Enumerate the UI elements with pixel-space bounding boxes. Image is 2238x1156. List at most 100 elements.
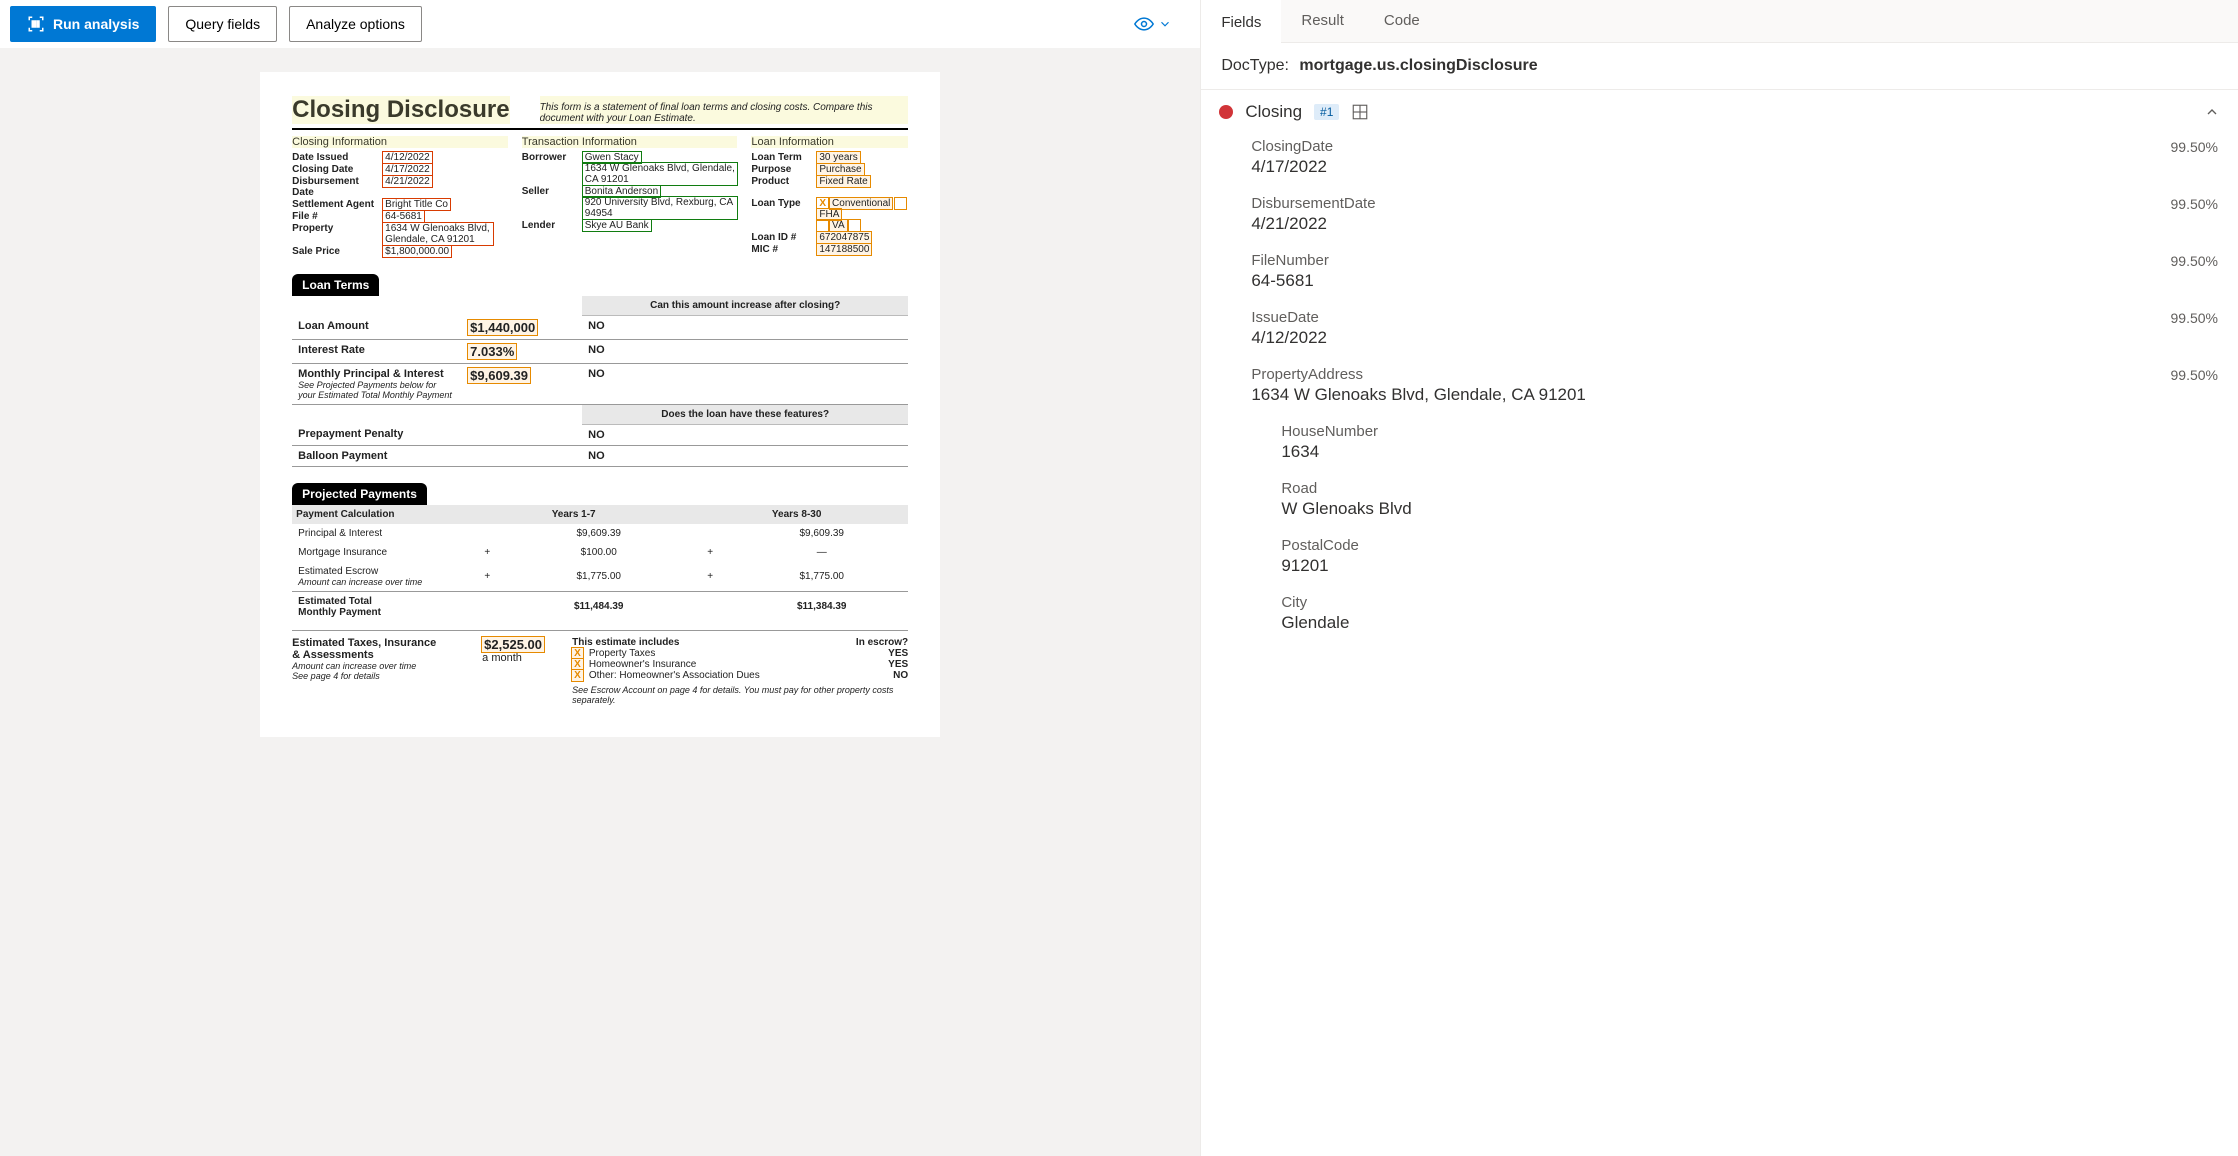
eti-e2: YES [888, 659, 908, 670]
field-confidence: 99.50% [2171, 196, 2218, 212]
check-empty-icon: X [895, 198, 906, 209]
prepay-ans: NO [582, 424, 908, 445]
field-name: FileNumber [1251, 252, 2170, 269]
table-icon[interactable] [1351, 103, 1369, 121]
ee-label: Estimated Escrow [298, 566, 378, 577]
field-filenumber[interactable]: FileNumber99.50% [1211, 248, 2228, 269]
field-confidence: 99.50% [2171, 139, 2218, 155]
field-disbursementdate[interactable]: DisbursementDate99.50% [1211, 191, 2228, 212]
field-confidence: 99.50% [2171, 367, 2218, 383]
field-name: DisbursementDate [1251, 195, 2170, 212]
plus-icon: + [462, 562, 512, 592]
settle-agent-value: Bright Title Co [383, 199, 450, 210]
trans-info-head: Transaction Information [522, 136, 738, 148]
borrower-name: Gwen Stacy [583, 152, 641, 163]
loan-amount-inc: NO [582, 316, 908, 340]
analyze-options-button[interactable]: Analyze options [289, 6, 422, 42]
field-housenumber[interactable]: HouseNumber [1211, 419, 2228, 440]
eti-esc-head: In escrow? [856, 637, 908, 648]
mic-value: 147188500 [817, 244, 871, 255]
date-issued-value: 4/12/2022 [383, 152, 432, 163]
right-pane: Fields Result Code DocType: mortgage.us.… [1201, 0, 2238, 1156]
projected-payments-header: Projected Payments [292, 483, 427, 505]
mi-y2: — [735, 543, 908, 562]
scan-icon [27, 15, 45, 33]
query-fields-button[interactable]: Query fields [168, 6, 277, 42]
toolbar: Run analysis Query fields Analyze option… [0, 0, 1200, 48]
check-empty-icon: X [817, 220, 828, 231]
et-label-1: Estimated Total [298, 596, 372, 607]
interest-rate-inc: NO [582, 339, 908, 363]
left-pane: Run analysis Query fields Analyze option… [0, 0, 1201, 1156]
analyze-options-label: Analyze options [306, 16, 405, 32]
doctype-label: DocType: [1221, 57, 1289, 74]
eti-i1: Property Taxes [589, 648, 882, 659]
file-no-label: File # [292, 211, 377, 222]
field-name: PropertyAddress [1251, 366, 2170, 383]
field-issuedate[interactable]: IssueDate99.50% [1211, 305, 2228, 326]
doc-title: Closing Disclosure [292, 96, 509, 124]
chevron-down-icon [1158, 17, 1172, 31]
loan-type-conventional: Conventional [830, 198, 892, 209]
mi-label: Mortgage Insurance [292, 543, 462, 562]
group-closing-header[interactable]: Closing #1 [1211, 90, 2228, 134]
field-value: 91201 [1211, 554, 2228, 590]
doctype-value: mortgage.us.closingDisclosure [1299, 57, 1537, 74]
ee-y1: $1,775.00 [512, 562, 685, 592]
field-value: 1634 [1211, 440, 2228, 476]
eti-note1: Amount can increase over time [292, 661, 462, 671]
tab-result[interactable]: Result [1281, 0, 1364, 42]
field-city[interactable]: City [1211, 590, 2228, 611]
run-analysis-button[interactable]: Run analysis [10, 6, 156, 42]
balloon-ans: NO [582, 445, 908, 466]
ee-note: Amount can increase over time [298, 577, 456, 587]
eti-foot: See Escrow Account on page 4 for details… [572, 685, 908, 705]
projected-payments-table: Payment CalculationYears 1-7Years 8-30 P… [292, 505, 908, 622]
pi-label: Principal & Interest [292, 524, 462, 543]
loan-id-value: 672047875 [817, 232, 871, 243]
field-name: City [1281, 594, 2218, 611]
doctype-bar: DocType: mortgage.us.closingDisclosure [1201, 43, 2238, 90]
field-name: PostalCode [1281, 537, 2218, 554]
mic-label: MIC # [751, 244, 811, 255]
property-label: Property [292, 223, 377, 234]
field-propertyaddress[interactable]: PropertyAddress99.50% [1211, 362, 2228, 383]
field-value: 4/17/2022 [1211, 155, 2228, 191]
borrower-addr: 1634 W Glenoaks Blvd, Glendale, CA 91201 [583, 163, 738, 185]
field-value: W Glenoaks Blvd [1211, 497, 2228, 533]
loan-id-label: Loan ID # [751, 232, 811, 243]
sale-price-label: Sale Price [292, 246, 377, 257]
tab-code[interactable]: Code [1364, 0, 1440, 42]
eti-amount: $2,525.00 [482, 637, 544, 652]
years-1-7: Years 1-7 [462, 505, 685, 524]
view-dropdown[interactable] [1134, 14, 1190, 34]
eti-i2: Homeowner's Insurance [589, 659, 882, 670]
eye-icon [1134, 14, 1154, 34]
field-value: 1634 W Glenoaks Blvd, Glendale, CA 91201 [1211, 383, 2228, 419]
seller-label: Seller [522, 186, 577, 197]
field-closingdate[interactable]: ClosingDate99.50% [1211, 134, 2228, 155]
seller-addr: 920 University Blvd, Rexburg, CA 94954 [583, 197, 738, 219]
settle-agent-label: Settlement Agent [292, 199, 377, 210]
fields-scroll[interactable]: Closing #1 ClosingDate99.50% 4/17/2022 D… [1201, 90, 2238, 1156]
eti-note2: See page 4 for details [292, 671, 462, 681]
document-canvas[interactable]: Closing Disclosure This form is a statem… [0, 48, 1200, 1156]
doc-note: This form is a statement of final loan t… [540, 96, 909, 124]
loan-term-label: Loan Term [751, 152, 811, 163]
loan-term-value: 30 years [817, 152, 859, 163]
field-postalcode[interactable]: PostalCode [1211, 533, 2228, 554]
field-value: Glendale [1211, 611, 2228, 647]
check-x-icon: X [572, 648, 583, 659]
field-name: ClosingDate [1251, 138, 2170, 155]
tab-fields[interactable]: Fields [1201, 0, 1281, 43]
eti-i3: Other: Homeowner's Association Dues [589, 670, 887, 681]
pi-y2: $9,609.39 [735, 524, 908, 543]
loan-info-head: Loan Information [751, 136, 908, 148]
chevron-up-icon[interactable] [2204, 104, 2220, 120]
field-value: 64-5681 [1211, 269, 2228, 305]
mi-y1: $100.00 [512, 543, 685, 562]
loan-amount-value: $1,440,000 [468, 320, 537, 335]
loan-type-label: Loan Type [751, 198, 811, 209]
field-road[interactable]: Road [1211, 476, 2228, 497]
prepay-label: Prepayment Penalty [292, 424, 462, 445]
